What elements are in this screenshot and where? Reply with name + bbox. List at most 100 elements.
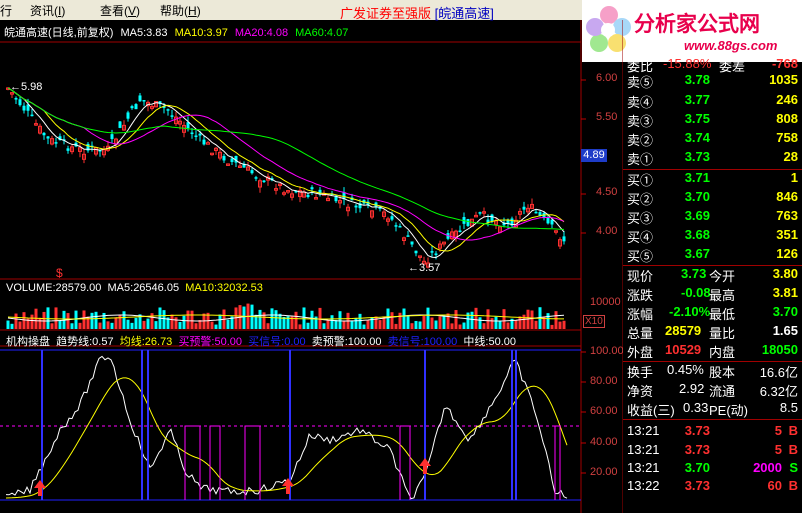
ask-price: 3.77	[684, 92, 710, 107]
candle-body	[410, 241, 414, 245]
stat-value: 18050	[761, 342, 798, 357]
volume-bar	[306, 322, 310, 329]
candle-body	[30, 114, 34, 117]
bid-price: 3.69	[684, 208, 710, 223]
warning-bar	[244, 425, 261, 500]
candle-body	[406, 235, 410, 237]
tick-row: 13:21 3.70 2000 S	[625, 460, 800, 478]
candle-body	[166, 109, 170, 111]
ma20-line	[7, 87, 565, 241]
bid-row[interactable]: 买⑤ 3.67 126	[625, 246, 800, 264]
volume-bar	[142, 320, 146, 329]
volume-bar	[182, 315, 186, 329]
tick-side: B	[788, 442, 798, 457]
ma60-value: MA60:4.07	[295, 27, 349, 39]
order-ratio-value: -15.88%	[663, 56, 712, 71]
candle-body	[546, 217, 550, 224]
tick-time: 13:21	[627, 460, 660, 475]
tick-row: 13:22 3.73 60 B	[625, 478, 800, 496]
tick-time: 13:21	[627, 442, 660, 457]
trend-line	[5, 355, 568, 500]
volume-bar	[518, 316, 522, 329]
candle-body	[394, 225, 398, 227]
price-axis-label: 6.00	[596, 72, 618, 84]
bid-row[interactable]: 买② 3.70 846	[625, 189, 800, 207]
volume-bar	[446, 313, 450, 329]
candle-body	[46, 136, 50, 139]
stat-row: 涨跌 -0.08 最高 3.81	[625, 285, 800, 303]
candle-body	[18, 99, 22, 106]
volume-bar	[74, 310, 78, 329]
ask-row[interactable]: 卖④ 3.77 246	[625, 92, 800, 110]
ask-row[interactable]: 卖③ 3.75 808	[625, 111, 800, 129]
candle-body	[22, 105, 26, 111]
ask-label: 卖③	[627, 114, 654, 129]
moving-average-lines	[7, 87, 565, 259]
candle-body	[126, 112, 130, 119]
price-axis-label: 4.50	[596, 186, 618, 198]
candle-body	[14, 98, 18, 100]
volume-bar	[546, 313, 550, 329]
ask-label: 卖④	[627, 95, 654, 110]
stat-label: 内盘	[709, 345, 736, 360]
volume-bar	[522, 314, 526, 329]
bid-label: 买②	[627, 192, 654, 207]
stat-label: 涨跌	[627, 288, 654, 303]
stock-period-label: 皖通高速(日线,前复权)	[4, 27, 114, 39]
volume-bar	[370, 317, 374, 329]
stat-row: 总量 28579 量比 1.65	[625, 323, 800, 341]
volume-bar	[82, 310, 86, 329]
volume-bar	[194, 323, 198, 329]
volume-bar	[530, 310, 534, 329]
logo-url: www.88gs.com	[684, 38, 778, 53]
volume-bar	[42, 311, 46, 329]
stat-label: 最高	[709, 288, 736, 303]
bid-label: 买④	[627, 230, 654, 245]
volume-bar	[298, 324, 302, 329]
stat-label: 总量	[627, 326, 654, 341]
volume-bar	[106, 321, 110, 329]
volume-bar	[38, 317, 42, 329]
logo-text: 分析家公式网	[634, 12, 760, 36]
candle-body	[230, 158, 234, 162]
candle-body	[42, 132, 46, 136]
fin-row: 净资 2.92 流通 6.32亿	[625, 381, 800, 399]
volume-bar	[438, 316, 442, 329]
candle-body	[134, 104, 138, 110]
ask-row[interactable]: 卖② 3.74 758	[625, 130, 800, 148]
volume-bar	[394, 323, 398, 329]
ask-row[interactable]: 卖⑤ 3.78 1035	[625, 72, 800, 90]
candle-body	[310, 187, 314, 190]
volume-bar	[134, 317, 138, 329]
tick-price: 3.70	[684, 460, 710, 475]
candle-body	[130, 106, 134, 109]
ask-row[interactable]: 卖① 3.73 28	[625, 149, 800, 167]
volume-bar	[450, 323, 454, 329]
fin-value: 6.32亿	[759, 384, 798, 399]
stat-label: 外盘	[627, 345, 654, 360]
ma5-value: MA5:3.83	[120, 27, 168, 39]
signal-arrows: $	[34, 266, 431, 496]
candle-body	[478, 212, 482, 214]
candle-body	[490, 214, 494, 222]
kline-chart: $	[0, 20, 623, 513]
fin-value: 2.92	[679, 381, 705, 396]
tick-volume: 60	[767, 478, 782, 493]
stat-label: 量比	[709, 326, 736, 341]
volume-bar	[274, 310, 278, 329]
bid-row[interactable]: 买① 3.71 1	[625, 170, 800, 188]
stat-label: 涨幅	[627, 307, 654, 322]
volume-bar	[458, 324, 462, 329]
price-axis-ticks	[581, 79, 586, 474]
bid-row[interactable]: 买④ 3.68 351	[625, 227, 800, 245]
volume-bar	[14, 313, 18, 329]
volume-bar	[334, 319, 338, 329]
fin-label: 股本	[709, 365, 736, 380]
volume-bar	[258, 309, 262, 329]
bid-row[interactable]: 买③ 3.69 763	[625, 208, 800, 226]
fin-value: 0.33	[683, 400, 709, 415]
volume-bar	[6, 320, 10, 329]
volume-bar	[302, 307, 306, 329]
stat-value: -0.08	[681, 285, 711, 300]
price-axis-label: 5.50	[596, 111, 618, 123]
